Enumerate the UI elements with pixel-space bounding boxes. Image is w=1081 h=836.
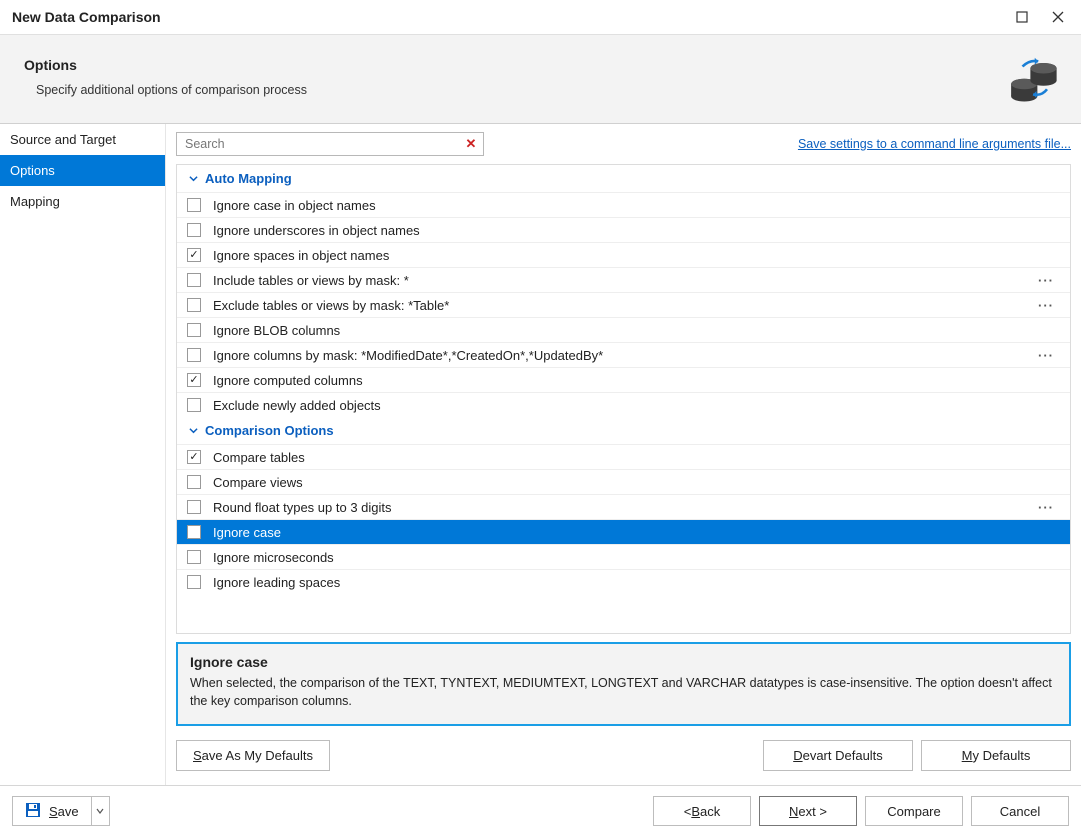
compare-button[interactable]: Compare (865, 796, 963, 826)
option-row[interactable]: Compare tables (177, 444, 1070, 469)
option-row[interactable]: Ignore columns by mask: *ModifiedDate*,*… (177, 342, 1070, 367)
save-cmdline-link[interactable]: Save settings to a command line argument… (798, 137, 1071, 151)
maximize-button[interactable] (1011, 6, 1033, 28)
option-label: Ignore spaces in object names (213, 248, 1060, 263)
option-checkbox[interactable] (187, 348, 201, 362)
save-dropdown-toggle[interactable] (91, 797, 109, 825)
next-button[interactable]: Next > (759, 796, 857, 826)
search-input[interactable] (177, 134, 483, 154)
option-label: Exclude newly added objects (213, 398, 1060, 413)
more-options-icon[interactable]: ··· (1032, 500, 1060, 515)
options-panel: ✕ Save settings to a command line argume… (166, 124, 1081, 785)
devart-defaults-button[interactable]: Devart Defaults (763, 740, 913, 771)
options-list: Auto Mapping Ignore case in object names I… (176, 164, 1071, 634)
chevron-down-icon (187, 425, 199, 437)
option-checkbox[interactable] (187, 273, 201, 287)
section-header[interactable]: Comparison Options (177, 417, 1070, 444)
data-compare-icon (1005, 49, 1061, 105)
option-checkbox[interactable] (187, 398, 201, 412)
option-checkbox[interactable] (187, 248, 201, 262)
option-row[interactable]: Ignore BLOB columns (177, 317, 1070, 342)
option-label: Compare tables (213, 450, 1060, 465)
section-header[interactable]: Auto Mapping (177, 165, 1070, 192)
option-row[interactable]: Ignore leading spaces (177, 569, 1070, 594)
page-title: Options (24, 57, 1005, 73)
option-row[interactable]: Ignore underscores in object names (177, 217, 1070, 242)
save-icon (25, 802, 41, 821)
wizard-nav: Source and TargetOptionsMapping (0, 124, 166, 785)
option-label: Ignore case in object names (213, 198, 1060, 213)
option-checkbox[interactable] (187, 525, 201, 539)
option-checkbox[interactable] (187, 323, 201, 337)
search-input-wrap: ✕ (176, 132, 484, 156)
nav-item[interactable]: Options (0, 155, 165, 186)
option-row[interactable]: Exclude tables or views by mask: *Table*… (177, 292, 1070, 317)
more-options-icon[interactable]: ··· (1032, 298, 1060, 313)
option-checkbox[interactable] (187, 373, 201, 387)
option-checkbox[interactable] (187, 298, 201, 312)
option-label: Ignore leading spaces (213, 575, 1060, 590)
option-checkbox[interactable] (187, 475, 201, 489)
option-row[interactable]: Round float types up to 3 digits··· (177, 494, 1070, 519)
option-label: Ignore BLOB columns (213, 323, 1060, 338)
description-title: Ignore case (190, 654, 1057, 670)
option-row[interactable]: Ignore spaces in object names (177, 242, 1070, 267)
option-row[interactable]: Ignore case in object names (177, 192, 1070, 217)
nav-item[interactable]: Mapping (0, 186, 165, 217)
nav-item[interactable]: Source and Target (0, 124, 165, 155)
description-panel: Ignore case When selected, the compariso… (176, 642, 1071, 726)
option-label: Exclude tables or views by mask: *Table* (213, 298, 1032, 313)
back-button[interactable]: < Back (653, 796, 751, 826)
option-label: Ignore case (213, 525, 1060, 540)
more-options-icon[interactable]: ··· (1032, 348, 1060, 363)
option-checkbox[interactable] (187, 198, 201, 212)
option-label: Include tables or views by mask: * (213, 273, 1032, 288)
option-row[interactable]: Ignore case (177, 519, 1070, 544)
option-row[interactable]: Ignore microseconds (177, 544, 1070, 569)
clear-search-icon[interactable]: ✕ (463, 136, 479, 152)
close-button[interactable] (1047, 6, 1069, 28)
wizard-footer: Save < Back Next > Compare Cancel (0, 785, 1081, 836)
options-scroll-area[interactable]: Auto Mapping Ignore case in object names I… (177, 165, 1070, 633)
save-as-my-defaults-button[interactable]: Save As My Defaults (176, 740, 330, 771)
titlebar: New Data Comparison (0, 0, 1081, 34)
option-row[interactable]: Include tables or views by mask: *··· (177, 267, 1070, 292)
more-options-icon[interactable]: ··· (1032, 273, 1060, 288)
option-label: Ignore columns by mask: *ModifiedDate*,*… (213, 348, 1032, 363)
window-title: New Data Comparison (12, 9, 1011, 25)
description-body: When selected, the comparison of the TEX… (190, 675, 1057, 710)
option-label: Round float types up to 3 digits (213, 500, 1032, 515)
option-checkbox[interactable] (187, 450, 201, 464)
option-label: Ignore microseconds (213, 550, 1060, 565)
section-title: Auto Mapping (205, 171, 292, 186)
option-label: Ignore underscores in object names (213, 223, 1060, 238)
cancel-button[interactable]: Cancel (971, 796, 1069, 826)
option-checkbox[interactable] (187, 500, 201, 514)
save-split-button[interactable]: Save (12, 796, 110, 826)
save-button-label: Save (49, 804, 79, 819)
option-checkbox[interactable] (187, 223, 201, 237)
page-subtitle: Specify additional options of comparison… (36, 83, 1005, 97)
option-checkbox[interactable] (187, 575, 201, 589)
option-row[interactable]: Compare views (177, 469, 1070, 494)
option-row[interactable]: Exclude newly added objects (177, 392, 1070, 417)
option-row[interactable]: Ignore computed columns (177, 367, 1070, 392)
option-label: Compare views (213, 475, 1060, 490)
page-header: Options Specify additional options of co… (0, 34, 1081, 124)
option-checkbox[interactable] (187, 550, 201, 564)
option-label: Ignore computed columns (213, 373, 1060, 388)
chevron-down-icon (187, 173, 199, 185)
my-defaults-button[interactable]: My Defaults (921, 740, 1071, 771)
section-title: Comparison Options (205, 423, 334, 438)
